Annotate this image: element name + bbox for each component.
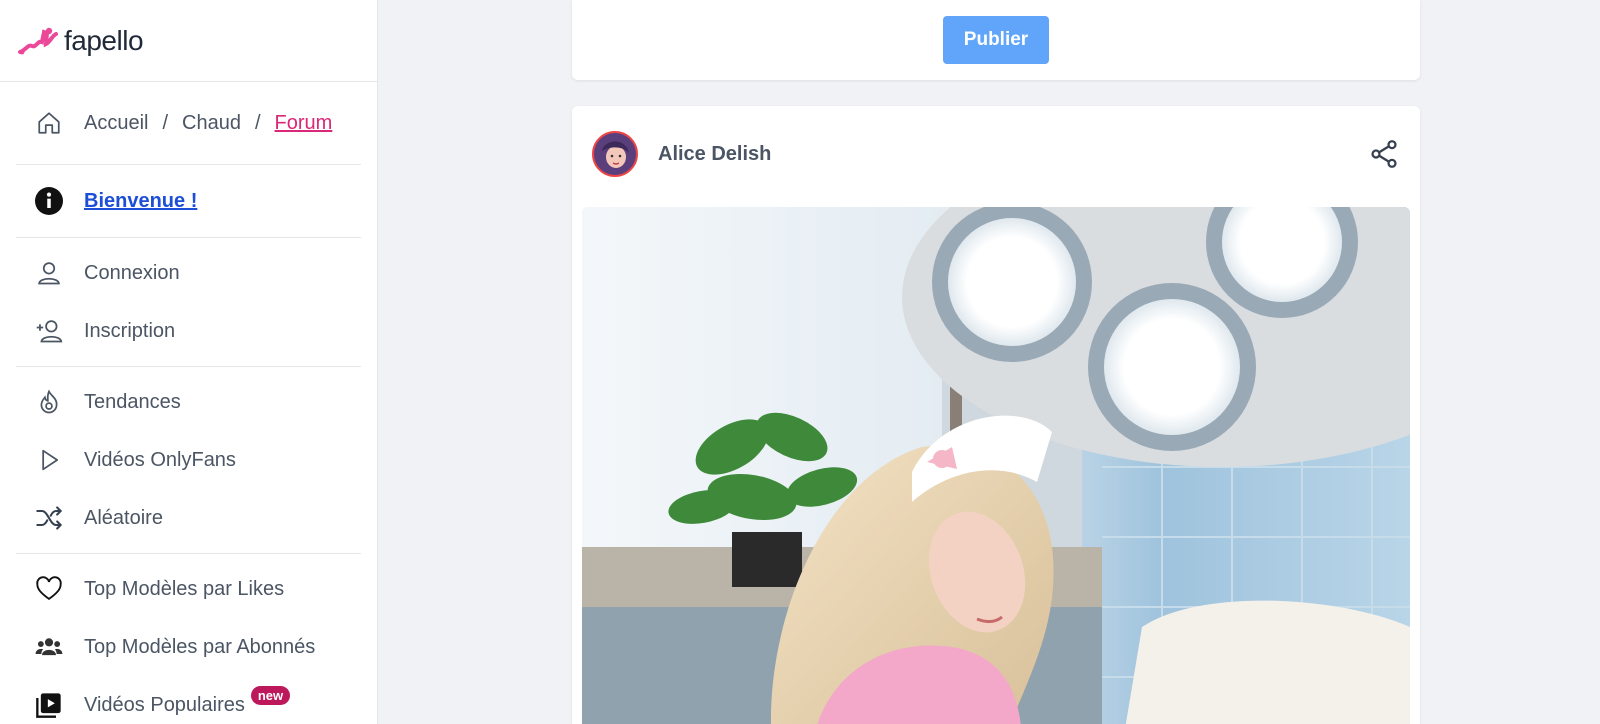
publish-button[interactable]: Publier: [943, 16, 1049, 64]
new-badge: new: [250, 685, 291, 705]
logo[interactable]: fapello: [0, 0, 377, 82]
sidebar-item-connexion[interactable]: Connexion: [16, 244, 361, 302]
breadcrumb-chaud[interactable]: Chaud: [182, 112, 241, 135]
post-header: Alice Delish: [572, 106, 1420, 202]
play-icon: [34, 445, 64, 475]
breadcrumb-accueil[interactable]: Accueil: [84, 112, 148, 135]
home-icon[interactable]: [34, 108, 64, 138]
user-plus-icon: [34, 316, 64, 346]
post-composer: Publier: [572, 0, 1420, 80]
post-card: Alice Delish: [572, 106, 1420, 724]
sidebar-item-top-likes[interactable]: Top Modèles par Likes: [16, 560, 361, 618]
user-icon: [34, 258, 64, 288]
shuffle-icon: [34, 503, 64, 533]
post-image[interactable]: [582, 207, 1410, 724]
sidebar-item-label: Tendances: [84, 390, 181, 413]
brand-name: fapello: [64, 24, 144, 56]
video-icon: [34, 690, 64, 720]
fire-icon: [34, 387, 64, 417]
breadcrumb: Accueil / Chaud / Forum: [16, 82, 361, 164]
sidebar-item-videos-onlyfans[interactable]: Vidéos OnlyFans: [16, 431, 361, 489]
sidebar-item-label: Connexion: [84, 261, 180, 284]
sidebar-item-label: Top Modèles par Abonnés: [84, 635, 316, 658]
sidebar-item-label: Inscription: [84, 319, 176, 342]
share-icon[interactable]: [1368, 138, 1400, 170]
sidebar-item-label: Vidéos Populaires: [84, 693, 245, 716]
welcome-label: Bienvenue !: [84, 189, 198, 212]
sidebar-item-label: Aléatoire: [84, 506, 163, 529]
breadcrumb-separator: /: [254, 111, 261, 134]
sidebar-item-inscription[interactable]: Inscription: [16, 302, 361, 360]
sidebar-item-aleatoire[interactable]: Aléatoire: [16, 489, 361, 547]
sidebar-item-videos-populaires[interactable]: Vidéos Populaires new: [16, 676, 361, 724]
users-icon: [34, 632, 64, 662]
breadcrumb-forum[interactable]: Forum: [275, 112, 333, 135]
sidebar-item-label: Top Modèles par Likes: [84, 577, 285, 600]
sidebar: fapello Accueil / Chaud / Forum Bienvenu…: [0, 0, 378, 724]
sidebar-item-tendances[interactable]: Tendances: [16, 373, 361, 431]
sidebar-item-top-abonnes[interactable]: Top Modèles par Abonnés: [16, 618, 361, 676]
sidebar-item-label: Vidéos OnlyFans: [84, 448, 236, 471]
info-icon: [34, 186, 64, 216]
avatar[interactable]: [592, 131, 638, 177]
heart-icon: [34, 574, 64, 604]
post-photo-illustration: [582, 207, 1410, 724]
post-author[interactable]: Alice Delish: [658, 143, 1368, 166]
breadcrumb-separator: /: [162, 111, 169, 134]
welcome-link[interactable]: Bienvenue !: [16, 165, 361, 237]
brand-logo-icon: [18, 27, 58, 54]
